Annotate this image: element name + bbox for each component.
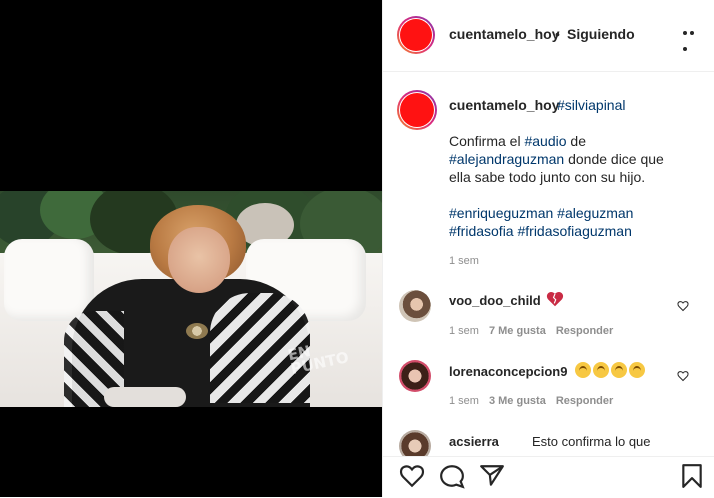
- share-icon[interactable]: [479, 463, 505, 489]
- comment-username[interactable]: voo_doo_child: [449, 293, 541, 308]
- person-hand: [104, 387, 186, 407]
- comment-meta: 1 sem 7 Me gusta Responder: [449, 325, 613, 337]
- comment-username[interactable]: acsierra: [449, 434, 499, 449]
- caption-text-segment: ella sabe todo junto con su hijo.: [449, 169, 646, 185]
- caption-text: Confirma el #audio de #alejandraguzman d…: [449, 132, 699, 186]
- author-avatar[interactable]: [397, 16, 435, 54]
- sad-face-icon: [593, 362, 609, 378]
- hashtag-audio[interactable]: #audio: [524, 133, 566, 149]
- hashtag-alejandraguzman[interactable]: #alejandraguzman: [449, 151, 564, 167]
- caption-hashtags: #enriqueguzman #aleguzman #fridasofia #f…: [449, 204, 699, 240]
- caption-username[interactable]: cuentamelo_hoy: [449, 97, 559, 113]
- sad-face-icon: [629, 362, 645, 378]
- post-media-video[interactable]: EN PUNTO: [0, 0, 382, 497]
- commenter-avatar[interactable]: [399, 290, 431, 322]
- comment-reply-button[interactable]: Responder: [556, 325, 613, 337]
- caption-timestamp[interactable]: 1 sem: [449, 255, 479, 267]
- comment-reply-button[interactable]: Responder: [556, 395, 613, 407]
- sad-face-emojis: [573, 362, 645, 378]
- bookmark-icon[interactable]: [679, 463, 705, 489]
- comment-likes[interactable]: 7 Me gusta: [489, 325, 546, 337]
- post-actions-bar: [383, 456, 714, 498]
- comment-like-icon[interactable]: [677, 370, 689, 382]
- person-necklace: [186, 323, 208, 339]
- caption-text-segment: de: [566, 133, 586, 149]
- comment-time[interactable]: 1 sem: [449, 325, 479, 337]
- comment-time[interactable]: 1 sem: [449, 395, 479, 407]
- comment-icon[interactable]: [439, 463, 465, 489]
- caption-hashtag-silviapinal[interactable]: #silviapinal: [557, 97, 625, 113]
- comment-text: Esto confirma lo que: [532, 434, 651, 449]
- following-button[interactable]: Siguiendo: [567, 26, 635, 42]
- person-face: [168, 227, 230, 293]
- more-options-icon[interactable]: [683, 22, 703, 51]
- post-side-panel: cuentamelo_hoy • Siguiendo cuentamelo_ho…: [382, 0, 714, 498]
- comment-meta: 1 sem 3 Me gusta Responder: [449, 395, 613, 407]
- comment-username[interactable]: lorenaconcepcion9: [449, 364, 567, 379]
- header-separator: •: [555, 26, 560, 42]
- comment-likes[interactable]: 3 Me gusta: [489, 395, 546, 407]
- caption-text-segment: Confirma el: [449, 133, 525, 149]
- commenter-avatar[interactable]: [399, 360, 431, 392]
- video-frame[interactable]: EN PUNTO: [0, 191, 382, 407]
- author-username[interactable]: cuentamelo_hoy: [449, 26, 559, 42]
- post-header: cuentamelo_hoy • Siguiendo: [383, 0, 714, 72]
- heart-icon[interactable]: [399, 463, 425, 489]
- hashtags-line-2[interactable]: #fridasofia #fridasofiaguzman: [449, 223, 632, 239]
- caption-text-segment: donde dice que: [564, 151, 664, 167]
- broken-heart-icon: [546, 292, 564, 307]
- caption-author-avatar[interactable]: [397, 90, 437, 130]
- hashtags-line-1[interactable]: #enriqueguzman #aleguzman: [449, 205, 633, 221]
- comment-like-icon[interactable]: [677, 300, 689, 312]
- sofa-cushion: [4, 239, 94, 321]
- sad-face-icon: [575, 362, 591, 378]
- sad-face-icon: [611, 362, 627, 378]
